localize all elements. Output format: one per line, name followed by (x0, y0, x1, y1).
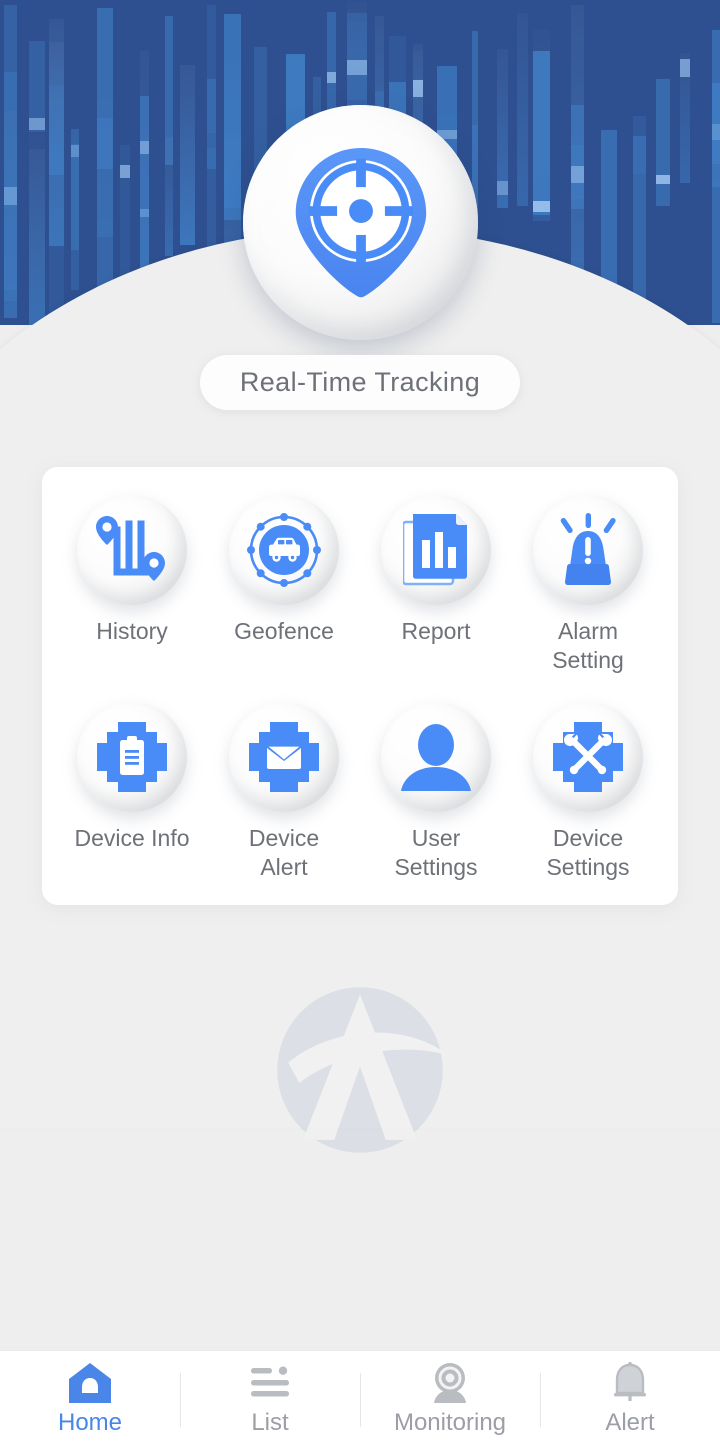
nav-item-label: Monitoring (393, 1409, 507, 1436)
menu-item-geofence[interactable]: Geofence (208, 495, 360, 675)
menu-item-label: Device Info (74, 825, 190, 851)
nav-item-list[interactable]: List (180, 1351, 360, 1448)
menu-card: History Geofence Report Alarm Setting De… (42, 467, 678, 905)
menu-item-label: User Settings (394, 825, 478, 880)
gear-envelope-icon (249, 722, 319, 792)
menu-item-label: Device Alert (248, 825, 320, 880)
report-barchart-document-icon (403, 514, 467, 586)
menu-item-label: Report (401, 618, 471, 644)
menu-item-label: Geofence (234, 618, 334, 644)
menu-icon-orb (381, 495, 491, 605)
logo-a-watermark (277, 987, 449, 1153)
alarm-siren-icon (560, 513, 616, 585)
menu-icon-orb (533, 495, 643, 605)
gear-wrenches-icon (553, 722, 623, 792)
menu-icon-orb (229, 702, 339, 812)
gear-clipboard-icon (97, 722, 167, 792)
menu-item-history[interactable]: History (56, 495, 208, 675)
nav-item-label: List (251, 1409, 289, 1436)
user-person-icon (401, 724, 471, 791)
menu-icon-orb (533, 702, 643, 812)
page-title: Real-Time Tracking (239, 367, 481, 397)
nav-item-label: Home (57, 1409, 123, 1436)
geofence-car-circle-icon (247, 513, 321, 587)
menu-item-device-alert[interactable]: Device Alert (208, 702, 360, 882)
menu-item-report[interactable]: Report (360, 495, 512, 675)
home-house-icon (69, 1362, 111, 1404)
route-history-pins-icon (96, 516, 165, 581)
menu-item-device-info[interactable]: Device Info (56, 702, 208, 882)
nav-item-label: Alert (605, 1409, 655, 1436)
menu-item-device-settings[interactable]: Device Settings (512, 702, 664, 882)
menu-item-label: Device Settings (546, 825, 630, 880)
nav-item-alert[interactable]: Alert (540, 1351, 720, 1448)
menu-row-2: Device Info Device Alert User Settings D… (56, 702, 664, 882)
target-map-pin-icon (295, 147, 426, 297)
monitoring-camera-icon (428, 1362, 472, 1404)
nav-item-monitoring[interactable]: Monitoring (360, 1351, 540, 1448)
nav-item-home[interactable]: Home (0, 1351, 180, 1448)
menu-item-user-settings[interactable]: User Settings (360, 702, 512, 882)
menu-icon-orb (381, 702, 491, 812)
menu-item-label: History (96, 618, 168, 644)
hero-logo-circle (243, 105, 478, 340)
menu-icon-orb (77, 495, 187, 605)
app-root: Real-Time Tracking History Geofence Repo… (0, 0, 720, 1448)
menu-item-alarm-setting[interactable]: Alarm Setting (512, 495, 664, 675)
brand-watermark (268, 978, 452, 1162)
menu-item-label: Alarm Setting (552, 618, 624, 673)
page-title-pill: Real-Time Tracking (200, 355, 520, 410)
bottom-navigation-bar: Home List Monitoring Alert (0, 1350, 720, 1448)
alert-bell-icon (610, 1362, 650, 1404)
menu-row-1: History Geofence Report Alarm Setting (56, 495, 664, 675)
list-lines-icon (249, 1362, 291, 1404)
menu-icon-orb (77, 702, 187, 812)
menu-icon-orb (229, 495, 339, 605)
